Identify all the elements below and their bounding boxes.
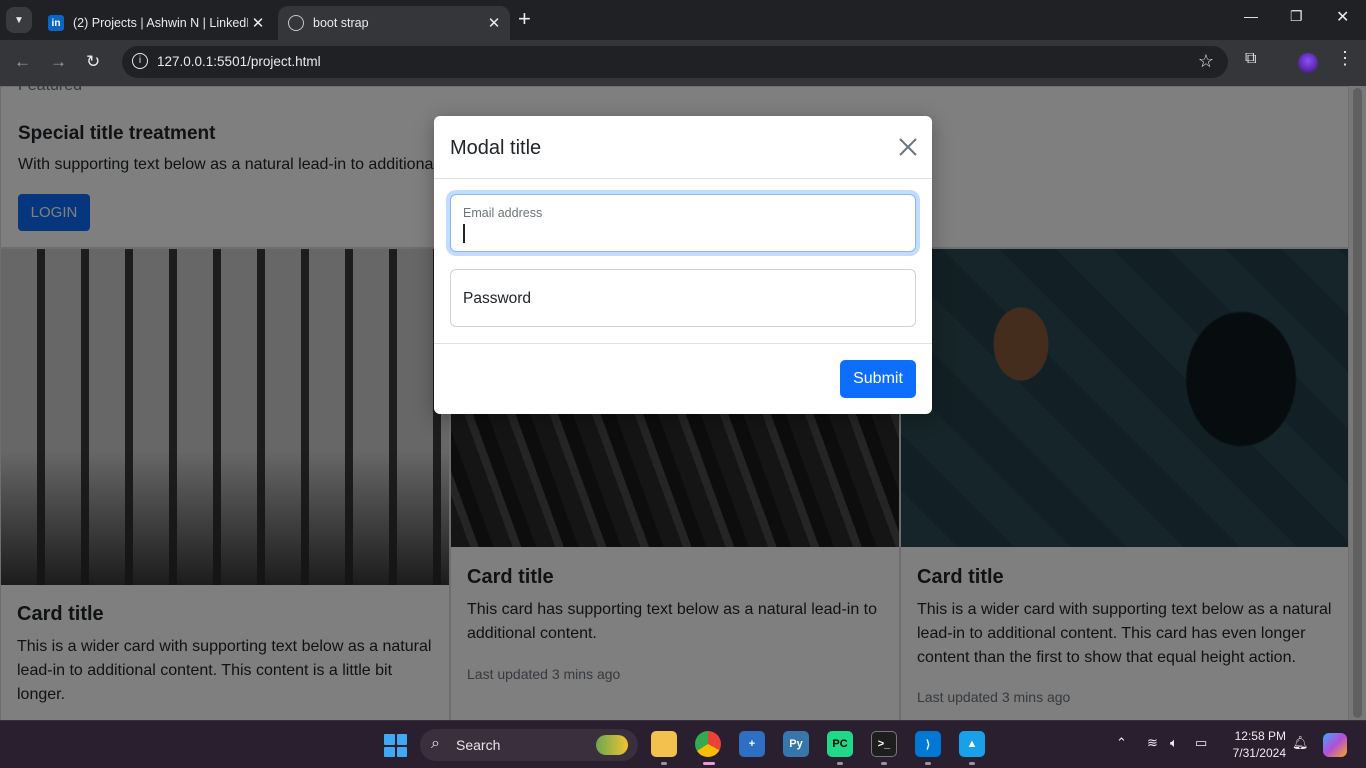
restore-icon[interactable]: ❐ xyxy=(1290,8,1303,25)
profile-avatar[interactable] xyxy=(1298,53,1318,73)
running-indicator xyxy=(661,762,667,765)
submit-button[interactable]: Submit xyxy=(840,360,916,398)
clock-time: 12:58 PM xyxy=(1234,729,1286,743)
address-bar[interactable]: i 127.0.0.1:5501/project.html ☆ xyxy=(122,46,1228,78)
system-clock[interactable]: 12:58 PM 7/31/2024 xyxy=(1226,728,1286,762)
volume-icon[interactable]: 🔈︎ xyxy=(1170,735,1178,751)
tab-linkedin[interactable]: in (2) Projects | Ashwin N | LinkedIn ✕ xyxy=(38,6,274,40)
back-icon[interactable]: ← xyxy=(14,52,31,72)
close-tab-icon[interactable]: ✕ xyxy=(484,14,504,32)
reload-icon[interactable]: ↻ xyxy=(86,52,100,72)
text-caret xyxy=(463,224,465,243)
windows-start-icon[interactable] xyxy=(384,734,407,757)
photos-icon[interactable]: ▲ xyxy=(959,731,985,757)
python-app-icon[interactable]: Py xyxy=(783,731,809,757)
pycharm-icon[interactable]: PC xyxy=(827,731,853,757)
browser-toolbar: ← → ↻ i 127.0.0.1:5501/project.html ☆ ⧉ … xyxy=(0,40,1366,86)
clock-date: 7/31/2024 xyxy=(1232,746,1286,760)
forward-icon[interactable]: → xyxy=(50,52,67,72)
tab-search-button[interactable]: ▼ xyxy=(6,7,32,33)
extensions-icon[interactable]: ⧉ xyxy=(1245,50,1256,68)
password-field[interactable]: Password xyxy=(450,269,916,327)
vscode-icon[interactable]: ⟩ xyxy=(915,731,941,757)
close-tab-icon[interactable]: ✕ xyxy=(248,14,268,32)
wifi-icon[interactable]: ≋ xyxy=(1147,735,1158,751)
modal-title: Modal title xyxy=(450,137,542,159)
battery-icon[interactable]: ▭ xyxy=(1195,735,1207,751)
running-indicator xyxy=(837,762,843,765)
close-window-icon[interactable]: ✕ xyxy=(1336,7,1349,27)
tab-title: boot strap xyxy=(313,16,369,30)
browser-tab-strip: ▼ in (2) Projects | Ashwin N | LinkedIn … xyxy=(0,0,1366,40)
close-icon[interactable] xyxy=(898,137,918,157)
file-explorer-icon[interactable] xyxy=(651,731,677,757)
search-highlight-icon xyxy=(596,735,628,755)
taskbar: ⌕ Search + Py PC >_ ⟩ ▲ ⌃ ≋ 🔈︎ ▭ 12:58 P… xyxy=(0,720,1366,768)
url-text[interactable]: 127.0.0.1:5501/project.html xyxy=(157,54,321,69)
login-modal: Modal title Email address Password Submi… xyxy=(434,116,932,414)
running-indicator xyxy=(881,762,887,765)
chevron-up-icon[interactable]: ⌃ xyxy=(1116,735,1127,751)
modal-footer-divider xyxy=(434,343,932,344)
email-field[interactable]: Email address xyxy=(450,194,916,252)
modal-header: Modal title xyxy=(434,116,932,179)
minimize-icon[interactable]: — xyxy=(1244,8,1258,24)
running-indicator xyxy=(969,762,975,765)
store-app-icon[interactable]: + xyxy=(739,731,765,757)
chrome-icon[interactable] xyxy=(695,731,721,757)
globe-icon xyxy=(288,15,304,31)
tab-boot-strap[interactable]: boot strap ✕ xyxy=(278,6,510,40)
taskbar-search[interactable]: ⌕ Search xyxy=(420,729,638,761)
terminal-icon[interactable]: >_ xyxy=(871,731,897,757)
bookmark-star-icon[interactable]: ☆ xyxy=(1198,51,1214,72)
taskbar-search-label: Search xyxy=(456,737,501,753)
notification-bell-icon[interactable]: 🔔︎ xyxy=(1292,735,1309,751)
site-info-icon[interactable]: i xyxy=(132,53,148,69)
running-indicator xyxy=(925,762,931,765)
password-label: Password xyxy=(463,290,532,307)
active-indicator xyxy=(703,762,715,765)
copilot-icon[interactable] xyxy=(1323,733,1347,757)
linkedin-icon: in xyxy=(48,15,64,31)
email-label: Email address xyxy=(463,206,543,220)
menu-icon[interactable]: ⋮ xyxy=(1336,48,1354,69)
new-tab-button[interactable]: + xyxy=(518,8,531,30)
chevron-down-icon: ▼ xyxy=(14,14,24,26)
tab-title: (2) Projects | Ashwin N | LinkedIn xyxy=(73,16,248,30)
search-icon: ⌕ xyxy=(431,735,440,752)
